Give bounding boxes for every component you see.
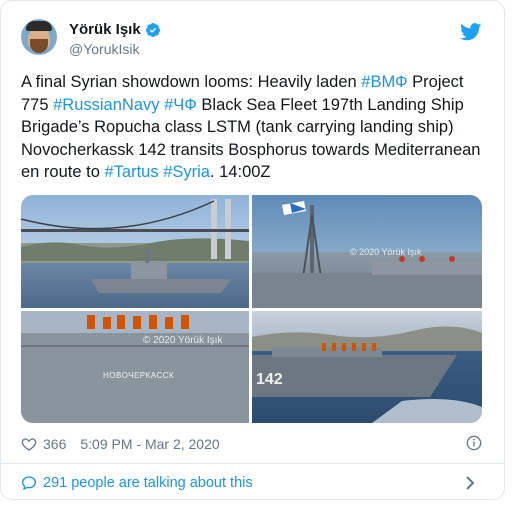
heart-icon[interactable] (21, 436, 37, 452)
display-name[interactable]: Yörük Işık (69, 21, 141, 38)
verified-badge-icon (145, 22, 160, 37)
media-grid: © 2020 Yörük Işık © 2020 Yörük Işık НОВО… (21, 195, 482, 423)
twitter-bird-icon[interactable] (460, 23, 482, 41)
avatar-beard (30, 39, 48, 53)
hashtag-link[interactable]: #Tartus (104, 163, 158, 181)
avatar[interactable] (21, 19, 57, 55)
avatar-hat (26, 21, 52, 31)
handle[interactable]: @YorukIsik (69, 41, 140, 57)
tweet-card: Yörük Işık @YorukIsik A final Syrian sho… (0, 0, 505, 500)
hashtag-link[interactable]: #ЧФ (164, 96, 197, 114)
chevron-right-icon[interactable] (464, 475, 476, 491)
like-count[interactable]: 366 (43, 436, 66, 452)
tweet-text: A final Syrian showdown looms: Heavily l… (21, 71, 491, 184)
hashtag-link[interactable]: #ВМФ (361, 73, 407, 91)
photo-watermark: © 2020 Yörük Işık (143, 335, 223, 346)
photo-crew-deck-drawing (21, 311, 249, 423)
timestamp-link[interactable]: 5:09 PM - Mar 2, 2020 (80, 436, 219, 452)
tweet-text-segment: A final Syrian showdown looms: Heavily l… (21, 73, 362, 91)
conversation-link[interactable]: 291 people are talking about this (21, 473, 253, 493)
photo-watermark: © 2020 Yörük Işık (350, 247, 422, 257)
hashtag-link[interactable]: #RussianNavy (53, 96, 159, 114)
tweet-text-segment: . 14:00Z (209, 163, 271, 181)
info-icon[interactable] (466, 435, 482, 451)
photo-crew-deck[interactable]: © 2020 Yörük Işık НОВОЧЕРКАССК (21, 311, 249, 423)
photo-ship-142[interactable]: 142 (252, 311, 482, 423)
name-row: Yörük Işık (69, 21, 161, 38)
hashtag-link[interactable]: #Syria (163, 163, 210, 181)
speech-bubble-icon (21, 476, 37, 491)
photo-ship-mast[interactable]: © 2020 Yörük Işık (252, 195, 482, 308)
conversation-label: 291 people are talking about this (43, 475, 253, 491)
divider (1, 463, 504, 464)
photo-ship-142-drawing (252, 326, 482, 423)
tweet-stats: 366 5:09 PM - Mar 2, 2020 (21, 435, 220, 453)
ship-name-text: НОВОЧЕРКАССК (103, 371, 175, 380)
hull-number-text: 142 (256, 371, 283, 388)
photo-bridge-ship[interactable] (21, 195, 249, 308)
tweet-header: Yörük Işık @YorukIsik (21, 19, 488, 67)
photo-bridge-ship-drawing (21, 199, 249, 293)
